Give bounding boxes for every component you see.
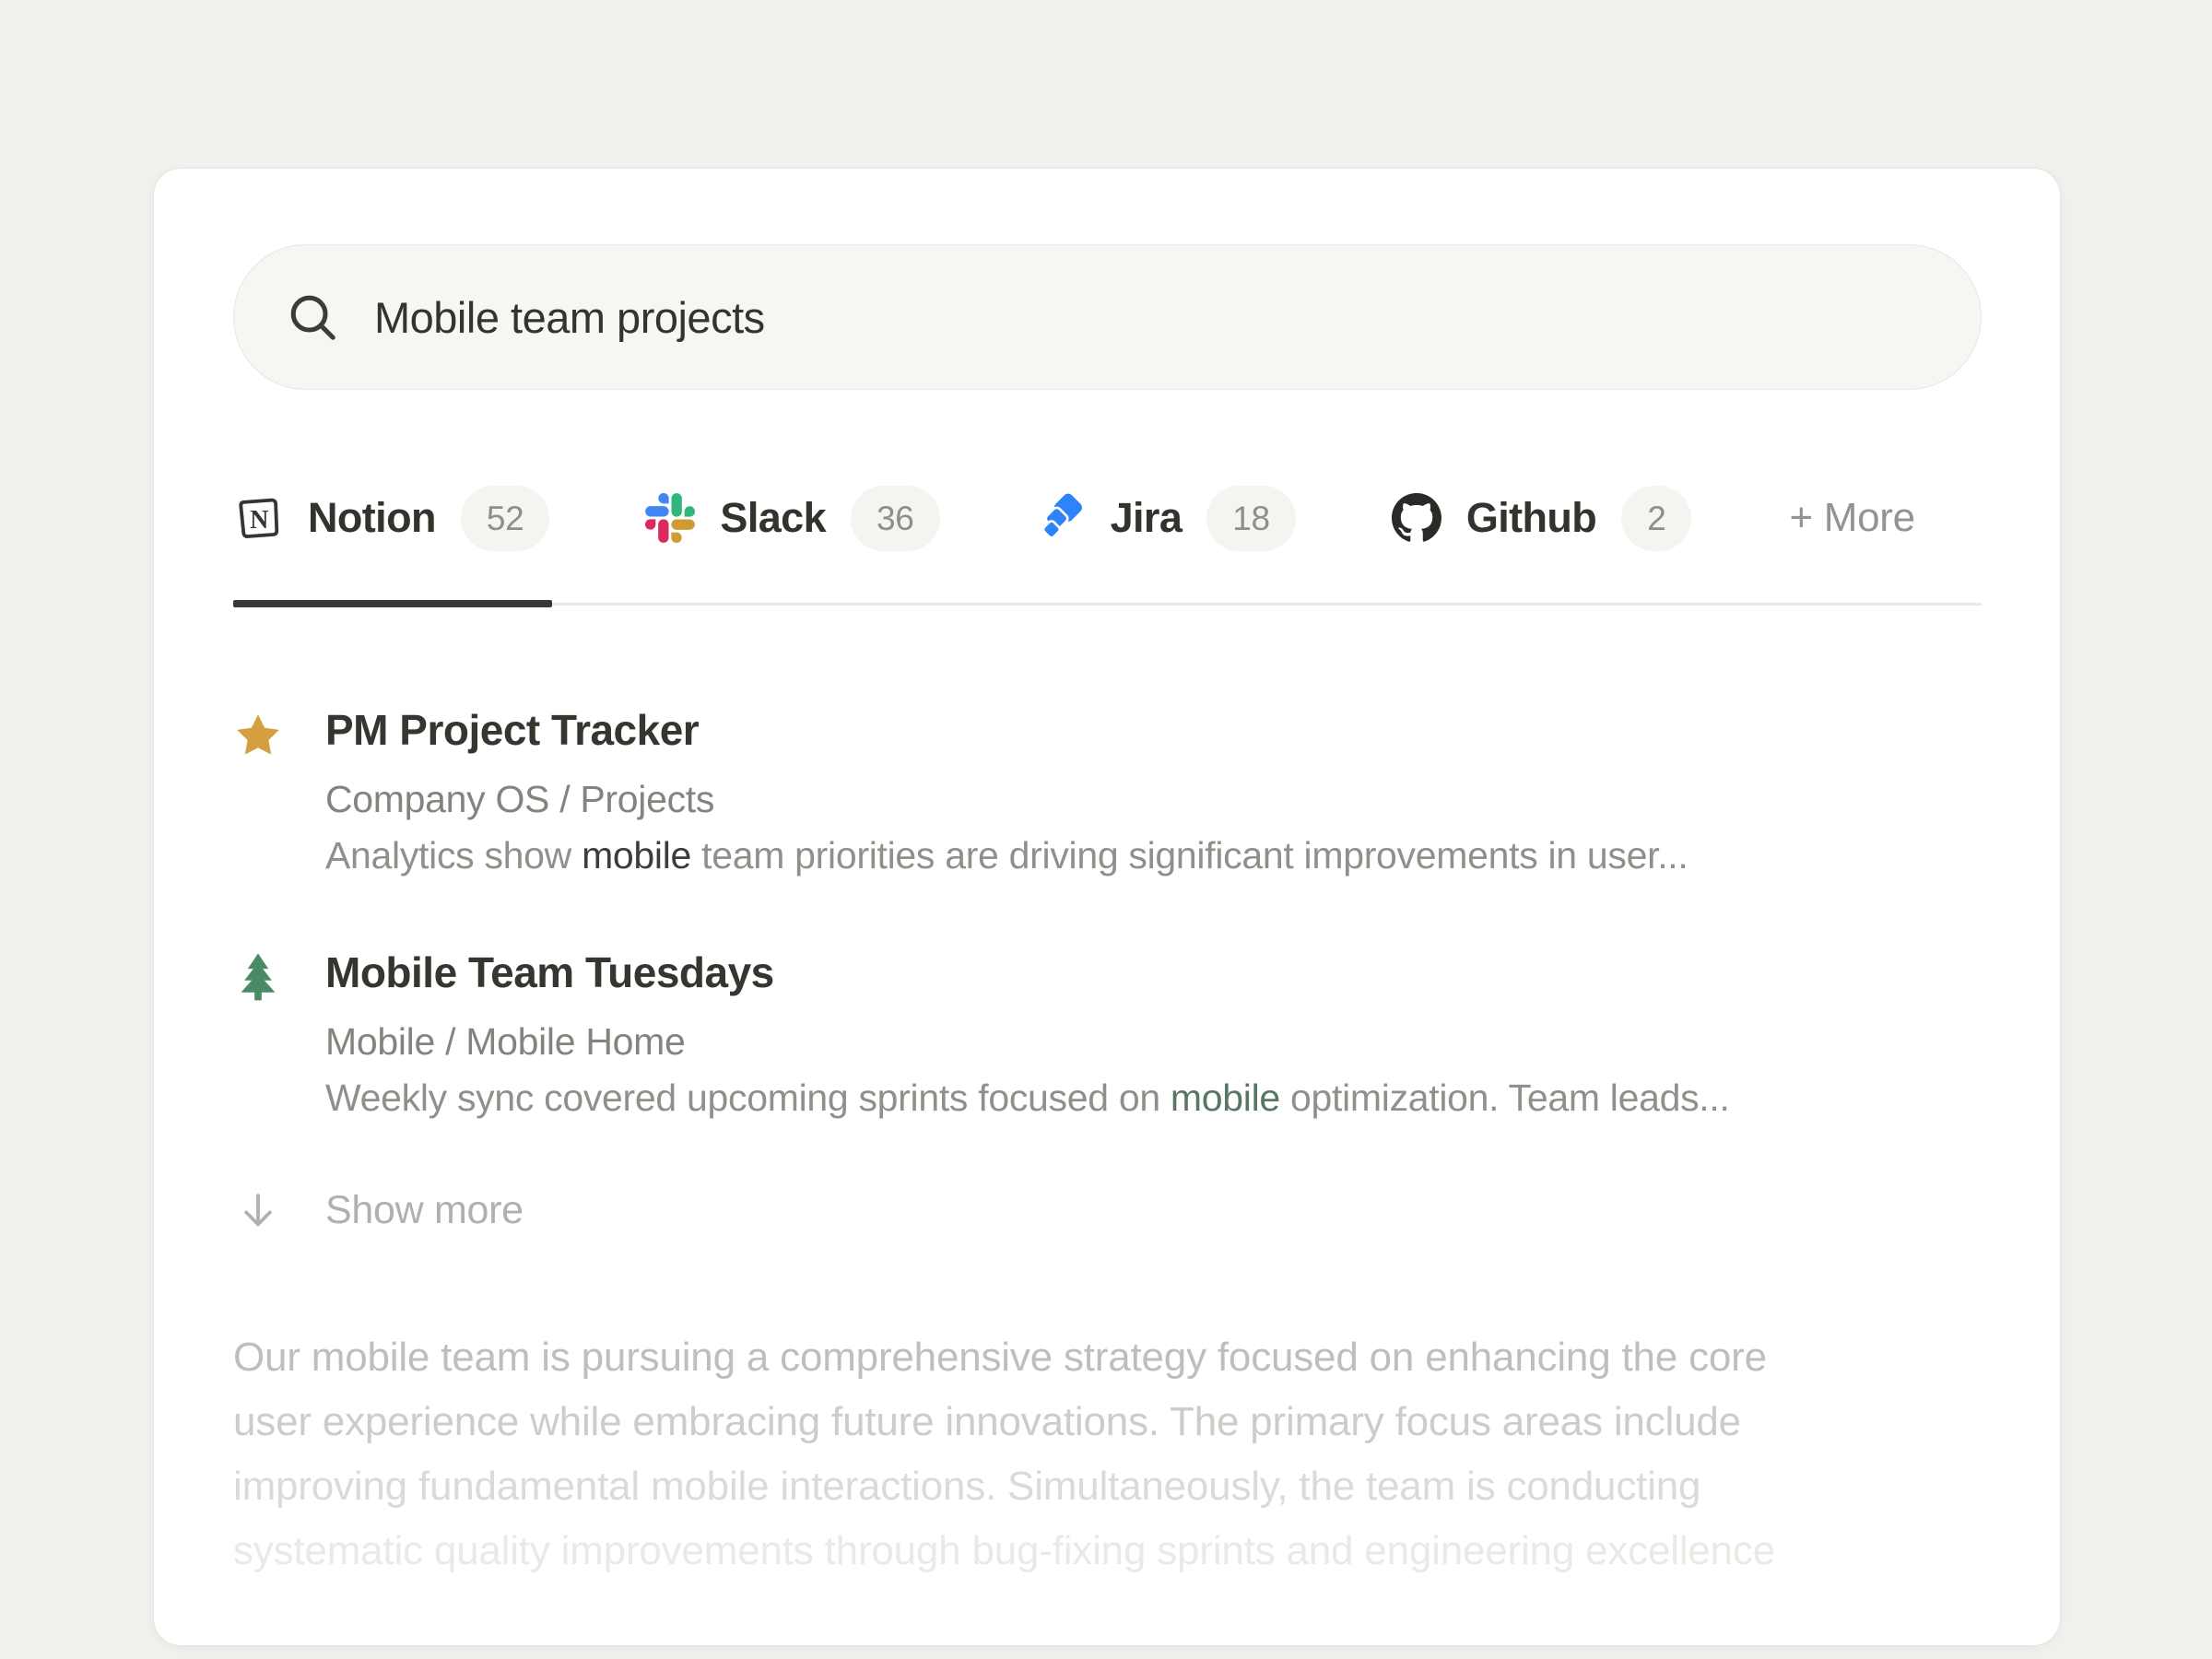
result-title: Mobile Team Tuesdays	[325, 946, 1730, 999]
tab-count-badge: 52	[461, 486, 550, 551]
tab-github[interactable]: Github 2	[1392, 486, 1692, 551]
star-icon	[233, 703, 283, 877]
result-breadcrumb: Company OS / Projects	[325, 777, 1688, 821]
snippet-text: optimization. Team leads...	[1280, 1077, 1730, 1119]
arrow-down-icon	[233, 1189, 283, 1233]
github-icon	[1392, 493, 1441, 543]
svg-text:N: N	[250, 506, 268, 535]
tab-count-badge: 36	[851, 486, 940, 551]
snippet-text: Analytics show	[325, 834, 582, 877]
search-icon	[286, 290, 339, 344]
tab-count-badge: 18	[1206, 486, 1296, 551]
search-panel-card: N Notion 52 Slack 36	[153, 168, 2061, 1646]
show-more-button[interactable]: Show more	[233, 1188, 1982, 1233]
result-snippet: Weekly sync covered upcoming sprints foc…	[325, 1076, 1730, 1120]
result-mobile-team-tuesdays[interactable]: Mobile Team Tuesdays Mobile / Mobile Hom…	[233, 946, 1982, 1120]
result-title: PM Project Tracker	[325, 703, 1688, 757]
source-tabs: N Notion 52 Slack 36	[233, 482, 1982, 554]
ghost-paragraph-line: improving fundamental mobile interaction…	[233, 1454, 1982, 1519]
ghost-paragraph-line: systematic quality improvements through …	[233, 1519, 1982, 1583]
tab-label: Notion	[308, 494, 436, 542]
tab-label: Slack	[720, 494, 826, 542]
ghost-paragraph-line: Our mobile team is pursuing a comprehens…	[233, 1325, 1982, 1390]
tab-divider	[233, 600, 1982, 607]
tab-count-badge: 2	[1621, 486, 1691, 551]
tab-label: Github	[1466, 494, 1596, 542]
tab-jira[interactable]: Jira 18	[1036, 486, 1296, 551]
result-pm-project-tracker[interactable]: PM Project Tracker Company OS / Projects…	[233, 703, 1982, 877]
slack-icon	[645, 493, 695, 543]
result-snippet: Analytics show mobile team priorities ar…	[325, 833, 1688, 877]
active-tab-underline	[233, 600, 552, 607]
result-body: Mobile Team Tuesdays Mobile / Mobile Hom…	[325, 946, 1730, 1120]
jira-icon	[1036, 493, 1086, 543]
more-tabs-button[interactable]: + More	[1789, 495, 1914, 541]
notion-icon: N	[233, 493, 283, 543]
snippet-highlight: mobile	[582, 834, 691, 877]
tree-icon	[233, 946, 283, 1120]
search-input[interactable]	[374, 292, 1929, 343]
tab-label: Jira	[1111, 494, 1182, 542]
search-results: PM Project Tracker Company OS / Projects…	[233, 703, 1982, 1233]
snippet-highlight: mobile	[1171, 1077, 1280, 1119]
tab-notion[interactable]: N Notion 52	[233, 486, 549, 551]
result-body: PM Project Tracker Company OS / Projects…	[325, 703, 1688, 877]
search-bar[interactable]	[233, 244, 1982, 390]
show-more-label: Show more	[325, 1188, 524, 1233]
tab-slack[interactable]: Slack 36	[645, 486, 939, 551]
snippet-text: team priorities are driving significant …	[691, 834, 1688, 877]
snippet-text: Weekly sync covered upcoming sprints foc…	[325, 1077, 1171, 1119]
result-breadcrumb: Mobile / Mobile Home	[325, 1019, 1730, 1064]
faded-summary-paragraph: Our mobile team is pursuing a comprehens…	[233, 1325, 1982, 1583]
ghost-paragraph-line: user experience while embracing future i…	[233, 1390, 1982, 1454]
page-background: N Notion 52 Slack 36	[0, 0, 2212, 1659]
